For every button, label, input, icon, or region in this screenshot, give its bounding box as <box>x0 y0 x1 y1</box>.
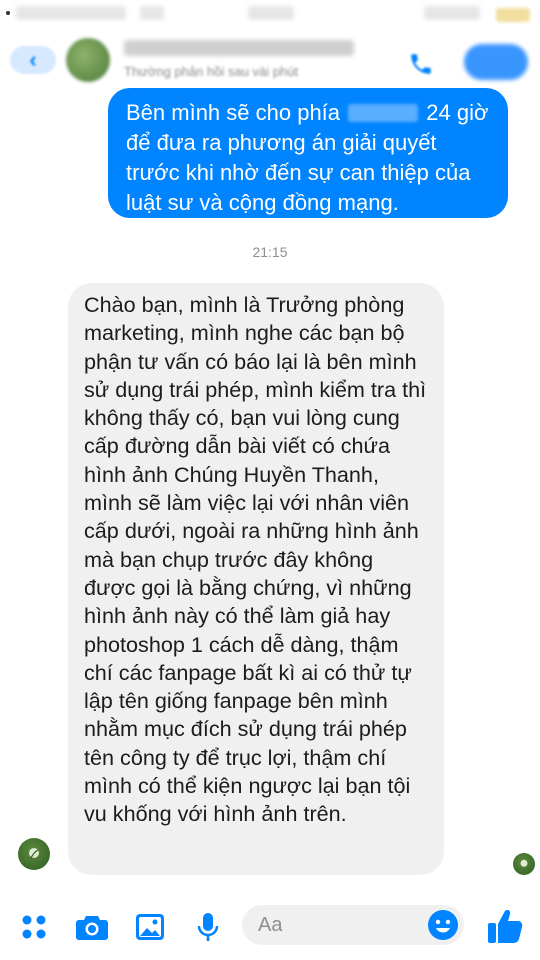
outgoing-text-mid: 24 giờ <box>426 100 489 125</box>
message-timestamp: 21:15 <box>252 244 288 260</box>
outgoing-message-bubble[interactable]: Bên mình sẽ cho phía 24 giờ để đưa ra ph… <box>108 88 508 218</box>
status-bar <box>0 0 540 28</box>
leaf-logo-icon <box>29 848 39 859</box>
redacted-name <box>348 104 419 122</box>
clock-blur <box>248 6 294 20</box>
camera-button[interactable] <box>74 909 110 945</box>
apps-grid-icon <box>22 915 46 939</box>
thumbs-up-icon <box>488 910 523 943</box>
message-input[interactable] <box>258 911 408 939</box>
emoji-button[interactable] <box>426 908 460 942</box>
leaf-logo-icon <box>520 859 528 867</box>
seen-indicator-avatar <box>513 853 535 875</box>
phone-button[interactable] <box>404 50 438 78</box>
signal-icon <box>6 11 10 15</box>
chat-header: ‹ Thường phản hồi sau vài phút <box>0 28 540 90</box>
video-call-button[interactable] <box>464 44 528 80</box>
composer-bar <box>0 895 540 960</box>
phone-icon <box>411 54 431 74</box>
carrier-blur <box>16 6 126 20</box>
gallery-button[interactable] <box>132 909 168 945</box>
message-input-container <box>242 905 464 945</box>
back-button[interactable]: ‹ <box>10 46 56 74</box>
emoji-icon <box>428 910 458 940</box>
outgoing-text-rest: để đưa ra phương án giải quyết trước khi… <box>126 130 471 215</box>
microphone-icon <box>197 913 219 941</box>
back-chevron-icon: ‹ <box>29 47 37 72</box>
incoming-message-text: Chào bạn, mình là Trưởng phòng marketing… <box>84 292 427 827</box>
outgoing-text-start: Bên mình sẽ cho phía <box>126 100 341 125</box>
like-button[interactable] <box>484 905 526 947</box>
contact-avatar[interactable] <box>66 38 110 82</box>
camera-icon <box>76 916 108 940</box>
incoming-message-bubble[interactable]: Chào bạn, mình là Trưởng phòng marketing… <box>68 283 444 875</box>
status-icons-blur <box>424 6 480 20</box>
photo-gallery-icon <box>136 914 164 940</box>
network-blur <box>140 6 164 20</box>
contact-status: Thường phản hồi sau vài phút <box>124 64 299 79</box>
contact-name-redacted[interactable] <box>124 40 354 56</box>
apps-button[interactable] <box>16 909 52 945</box>
battery-icon <box>496 8 530 22</box>
microphone-button[interactable] <box>190 909 226 945</box>
sender-avatar[interactable] <box>18 838 50 870</box>
